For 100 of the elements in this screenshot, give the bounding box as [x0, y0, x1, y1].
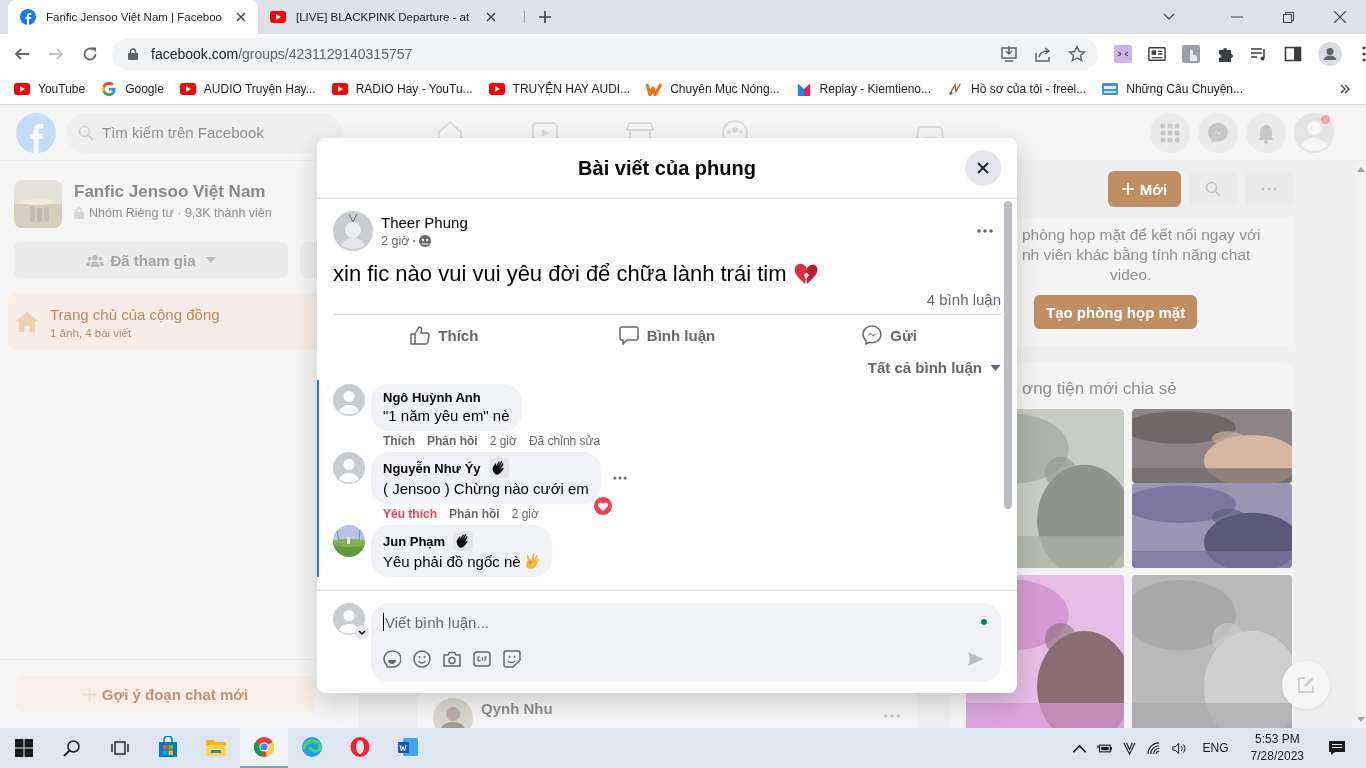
volume-icon[interactable] — [1171, 741, 1187, 755]
comment-author[interactable]: Ngô Huỳnh Anh — [383, 390, 481, 405]
reload-icon[interactable] — [82, 46, 98, 62]
install-icon[interactable] — [1000, 45, 1018, 63]
bookmark[interactable]: Chuyên Mục Nóng... — [646, 82, 780, 96]
bookmark[interactable]: Những Câu Chuyện... — [1102, 82, 1243, 96]
playlist-icon[interactable] — [1250, 45, 1268, 63]
room-description: phòng họp mặt để kết nối ngay với — [1022, 225, 1261, 245]
back-icon[interactable] — [14, 46, 30, 62]
input-language[interactable]: ENG — [1202, 741, 1229, 755]
search-placeholder: Tìm kiếm trên Facebook — [102, 124, 264, 141]
bookmark-label: RADIO Hay - YouTu... — [355, 82, 473, 96]
comment-time[interactable]: 2 giờ — [511, 507, 539, 521]
play-button-icon — [179, 82, 196, 96]
side-panel-icon[interactable] — [1284, 45, 1302, 63]
close-button[interactable] — [965, 150, 1001, 186]
bookmark-label: Những Câu Chuyện... — [1126, 82, 1243, 96]
reply-link[interactable]: Phản hồi — [449, 507, 500, 521]
bookmark[interactable]: Google — [101, 82, 164, 96]
taskbar-app[interactable] — [240, 728, 288, 768]
restore-icon[interactable] — [1283, 11, 1294, 23]
camera-icon[interactable] — [443, 650, 461, 668]
thumbs-up-icon — [410, 325, 431, 345]
profile-icon[interactable] — [1318, 42, 1342, 66]
notifications-icon[interactable] — [1328, 740, 1346, 756]
bookmark[interactable]: RADIO Hay - YouTu... — [331, 82, 473, 96]
task-view-icon[interactable] — [111, 739, 129, 757]
windows-start-icon[interactable] — [15, 739, 33, 757]
store-bag-icon — [157, 736, 179, 758]
v-logo-icon[interactable] — [1121, 741, 1137, 755]
close-icon[interactable] — [236, 12, 246, 22]
o-logo-icon — [349, 736, 371, 758]
close-window-icon[interactable] — [1334, 11, 1346, 23]
address-bar[interactable]: facebook.com/groups/4231129140315757 — [112, 38, 1098, 70]
avatar-sticker-icon[interactable] — [383, 650, 401, 668]
people-icon — [86, 253, 105, 267]
bookmark[interactable]: TRUYỆN HAY AUDI... — [488, 82, 631, 96]
lock-icon — [74, 207, 84, 219]
comment-sort-dropdown[interactable]: Tất cả bình luận — [867, 359, 1001, 376]
comment-count[interactable]: 4 bình luận — [926, 291, 1001, 308]
comment-time[interactable]: 2 giờ — [489, 434, 517, 448]
heart-reaction-icon[interactable] — [592, 496, 613, 516]
tab-title: [LIVE] BLACKPINK Departure - at — [296, 11, 471, 23]
bookmark-label: Google — [125, 82, 164, 96]
wifi-icon[interactable] — [1146, 741, 1162, 755]
gif-icon[interactable] — [473, 650, 491, 668]
comment-author[interactable]: Nguyễn Như Ýy — [383, 460, 481, 476]
tab-title: Fanfic Jensoo Việt Nam | Faceboo — [46, 11, 223, 23]
edited-label: Đã chỉnh sửa — [528, 434, 601, 448]
close-icon[interactable] — [486, 12, 496, 22]
extension-icon[interactable] — [1114, 45, 1132, 63]
plus-icon — [1121, 183, 1134, 195]
room-description: nh viên khác bằng tính năng chat — [1022, 245, 1251, 265]
post-time[interactable]: 2 giờ — [381, 234, 410, 248]
post-action-button[interactable]: Bình luận — [555, 315, 779, 355]
home-icon — [16, 312, 38, 332]
post-action-button[interactable]: Gửi — [778, 315, 1001, 355]
chevron-down-icon[interactable] — [355, 625, 369, 639]
bookmark[interactable]: AUDIO Truyện Hay... — [179, 82, 316, 96]
puzzle-icon[interactable] — [1216, 45, 1234, 63]
scrollbar[interactable] — [1004, 201, 1012, 509]
bookmark-label: TRUYỆN HAY AUDI... — [512, 82, 631, 96]
comment-field[interactable]: Viết bình luận... — [371, 603, 1001, 682]
reply-link[interactable]: Phản hồi — [427, 434, 478, 448]
new-tab-icon[interactable] — [524, 11, 551, 23]
more-icon[interactable] — [977, 229, 993, 233]
menu-icon[interactable] — [1362, 46, 1366, 62]
more-icon[interactable] — [612, 476, 627, 480]
sticker-icon[interactable] — [503, 650, 521, 668]
share-icon[interactable] — [1034, 45, 1052, 63]
speech-bubble-icon — [618, 325, 639, 345]
like-link[interactable]: Thích — [383, 434, 415, 448]
comment-author[interactable]: Jun Phạm — [383, 533, 446, 549]
reader-icon[interactable] — [1148, 45, 1166, 63]
browser-tab[interactable]: [LIVE] BLACKPINK Departure - at — [258, 0, 508, 34]
emoji-icon[interactable] — [413, 650, 431, 668]
m-logo-icon — [795, 82, 812, 96]
post-author[interactable]: Theer Phung — [381, 214, 468, 231]
bookmark-label: Hồ sơ của tôi - freel... — [971, 82, 1087, 96]
clock[interactable]: 5:53 PM 7/28/2023 — [1250, 731, 1304, 765]
bookmark[interactable]: Hồ sơ của tôi - freel... — [947, 82, 1087, 96]
like-link[interactable]: Yêu thích — [383, 507, 437, 521]
edit-icon — [1296, 675, 1316, 695]
more-bookmarks-icon[interactable] — [1340, 84, 1350, 94]
group-name[interactable]: Fanfic Jensoo Việt Nam — [74, 182, 272, 202]
post-text: xin fic nào vui vui yêu đời để chữa lành trái tim — [333, 261, 787, 287]
comment-placeholder: Viết bình luận... — [385, 613, 489, 631]
bookmark[interactable]: Replay - Kiemtieno... — [795, 82, 931, 96]
bookmark-label: YouTube — [38, 82, 86, 96]
group-audience-icon — [419, 235, 432, 247]
browser-tab[interactable]: Fanfic Jensoo Việt Nam | Faceboo — [8, 0, 258, 34]
search-icon — [78, 124, 94, 141]
chevron-down-icon[interactable] — [1163, 13, 1175, 21]
bookmark[interactable]: YouTube — [14, 82, 86, 96]
star-icon[interactable] — [1068, 45, 1086, 63]
community-title: Trang chủ của cộng đồng — [50, 305, 220, 323]
community-subtitle: 1 ảnh, 4 bài viết — [50, 326, 133, 339]
search-icon[interactable] — [63, 739, 81, 757]
more-icon — [1261, 187, 1277, 191]
browser-logo-icon — [253, 736, 275, 758]
